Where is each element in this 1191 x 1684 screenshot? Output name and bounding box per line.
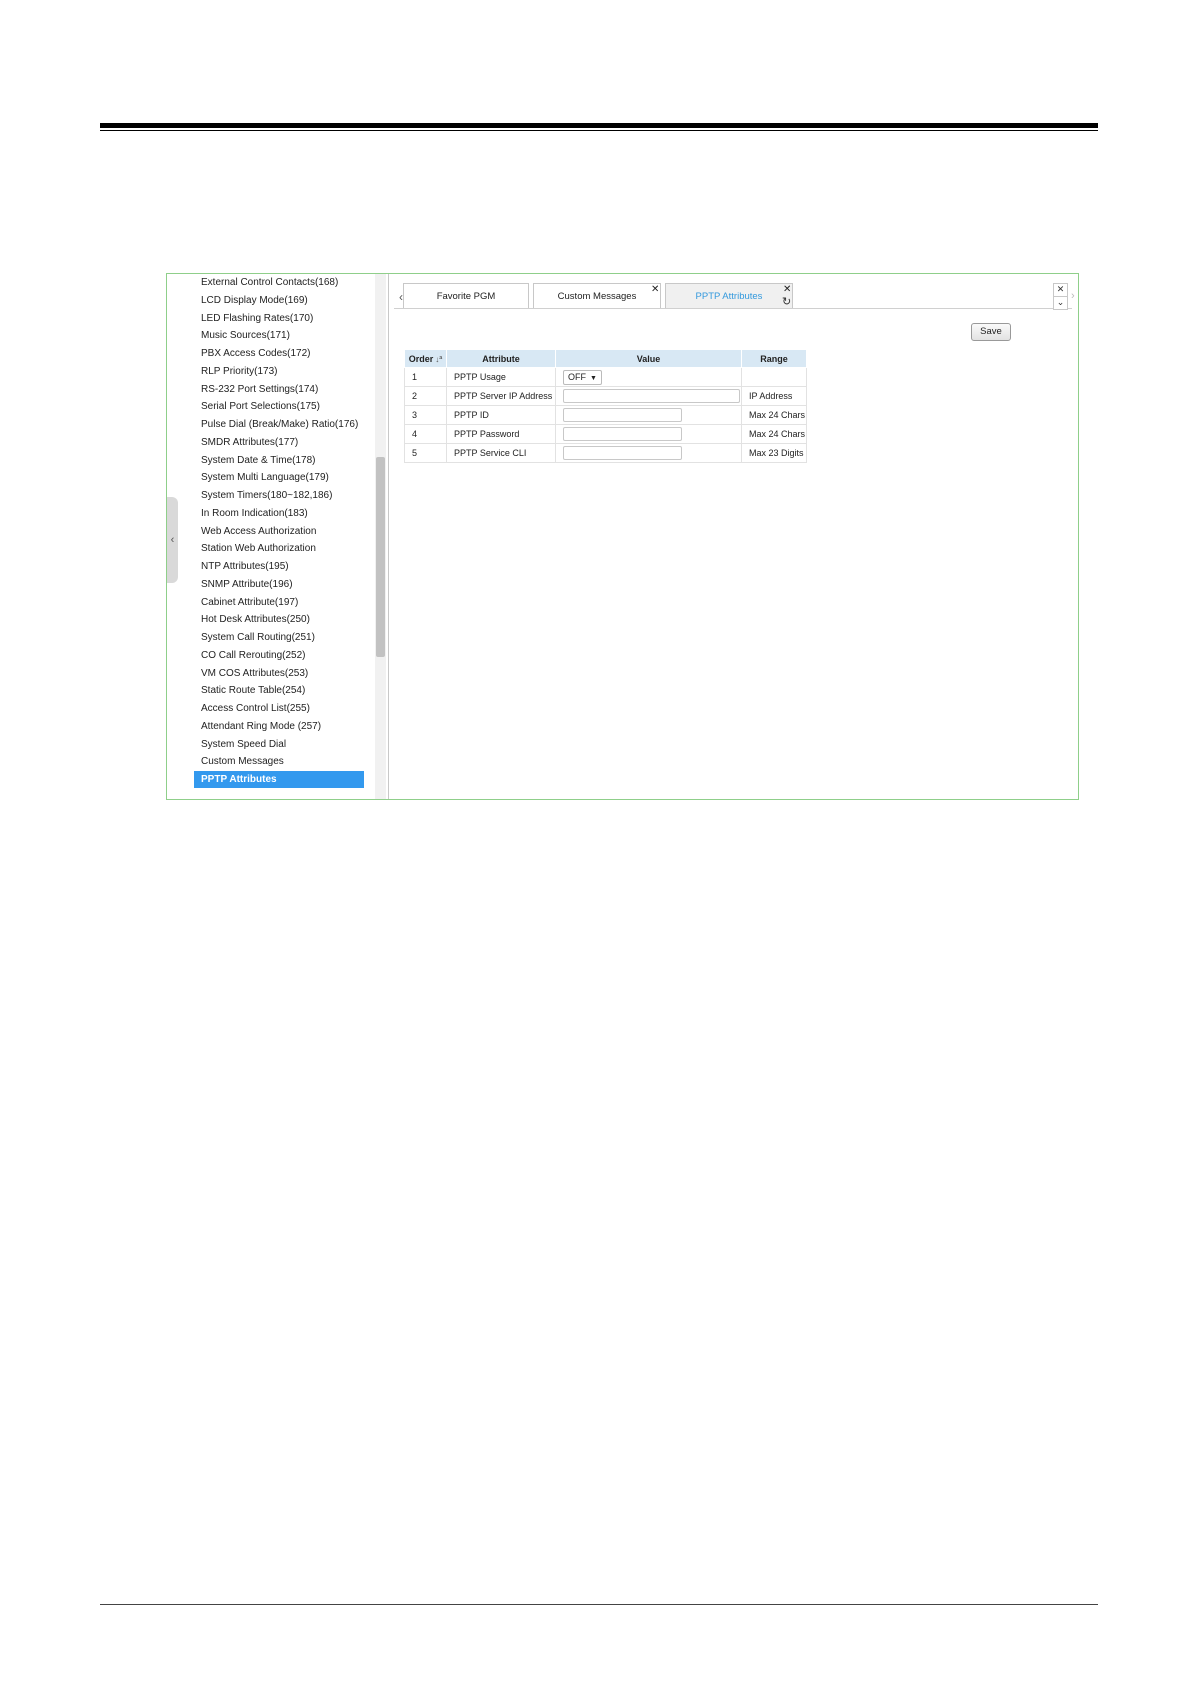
order-cell: 2	[404, 386, 447, 406]
range-cell: Max 23 Digits	[741, 443, 807, 463]
sidebar-scrollbar-thumb[interactable]	[376, 457, 385, 657]
value-cell	[555, 443, 742, 463]
sidebar-item[interactable]: In Room Indication(183)	[194, 505, 364, 522]
tab-scroll-right-icon[interactable]: ›	[1071, 290, 1075, 302]
value-input[interactable]	[563, 446, 682, 460]
pptp-usage-select[interactable]: OFF ▼	[563, 369, 602, 385]
sidebar-item[interactable]: PBX Access Codes(172)	[194, 345, 364, 362]
column-header-label: Order	[408, 353, 434, 364]
sidebar-item[interactable]: Pulse Dial (Break/Make) Ratio(176)	[194, 416, 364, 433]
chevron-left-icon: ‹	[170, 534, 175, 546]
sidebar-item[interactable]: PPTP Attributes	[194, 771, 364, 788]
tab-label: PPTP Attributes	[695, 291, 763, 302]
sidebar-item[interactable]: LCD Display Mode(169)	[194, 292, 364, 309]
value-cell	[555, 386, 742, 406]
save-button[interactable]: Save	[971, 323, 1011, 341]
close-icon[interactable]: ✕	[651, 285, 659, 295]
order-cell: 4	[404, 424, 447, 444]
tab-list-dropdown-icon[interactable]: ⌄	[1053, 296, 1068, 310]
column-header-attribute: Attribute	[446, 349, 556, 368]
sidebar-item[interactable]: System Date & Time(178)	[194, 452, 364, 469]
attribute-cell: PPTP Password	[446, 424, 556, 444]
tab-custom-messages[interactable]: Custom Messages ✕	[533, 283, 661, 308]
sidebar-item[interactable]: Custom Messages	[194, 753, 364, 770]
column-header-order[interactable]: Order ↓ª	[404, 349, 447, 368]
caret-down-icon: ▼	[590, 374, 597, 382]
tabbar-baseline	[394, 308, 1072, 309]
sidebar-item[interactable]: Access Control List(255)	[194, 700, 364, 717]
sidebar-item[interactable]: Hot Desk Attributes(250)	[194, 611, 364, 628]
sidebar-item[interactable]: Music Sources(171)	[194, 327, 364, 344]
sidebar-item[interactable]: System Call Routing(251)	[194, 629, 364, 646]
sidebar-item[interactable]: Station Web Authorization	[194, 540, 364, 557]
refresh-icon[interactable]: ↻	[782, 297, 791, 308]
column-header-range: Range	[741, 349, 807, 368]
sidebar-item[interactable]: Cabinet Attribute(197)	[194, 594, 364, 611]
order-cell: 3	[404, 405, 447, 425]
range-cell: Max 24 Chars	[741, 405, 807, 425]
sidebar-item[interactable]: System Speed Dial	[194, 736, 364, 753]
close-all-tabs-icon[interactable]: ✕	[1053, 283, 1068, 297]
tab-favorite-pgm[interactable]: Favorite PGM	[403, 283, 529, 308]
table-row: 2 PPTP Server IP Address IP Address	[404, 386, 807, 406]
sidebar-item[interactable]: SMDR Attributes(177)	[194, 434, 364, 451]
range-cell	[741, 367, 807, 387]
sidebar-item[interactable]: CO Call Rerouting(252)	[194, 647, 364, 664]
select-value: OFF	[568, 371, 586, 382]
sort-icon[interactable]: ↓ª	[435, 355, 442, 364]
attribute-cell: PPTP ID	[446, 405, 556, 425]
table-header-row: Order ↓ª Attribute Value Range	[404, 349, 807, 368]
sidebar-item[interactable]: Static Route Table(254)	[194, 682, 364, 699]
sidebar-item[interactable]: VM COS Attributes(253)	[194, 665, 364, 682]
sidebar-item[interactable]: NTP Attributes(195)	[194, 558, 364, 575]
attribute-cell: PPTP Server IP Address	[446, 386, 556, 406]
page-footer-rule	[100, 1604, 1098, 1605]
table-row: 5 PPTP Service CLI Max 23 Digits	[404, 443, 807, 463]
value-input[interactable]	[563, 427, 682, 441]
tab-label: Favorite PGM	[436, 291, 496, 302]
close-icon[interactable]: ✕	[783, 285, 791, 295]
column-header-value: Value	[555, 349, 742, 368]
value-input[interactable]	[563, 389, 740, 403]
sidebar-collapse-handle[interactable]: ‹	[167, 497, 178, 583]
range-cell: Max 24 Chars	[741, 424, 807, 444]
table-row: 4 PPTP Password Max 24 Chars	[404, 424, 807, 444]
value-cell: OFF ▼	[555, 367, 742, 387]
value-input[interactable]	[563, 408, 682, 422]
attribute-cell: PPTP Usage	[446, 367, 556, 387]
range-cell: IP Address	[741, 386, 807, 406]
sidebar-item[interactable]: System Timers(180~182,186)	[194, 487, 364, 504]
tab-pptp-attributes[interactable]: PPTP Attributes ✕ ↻	[665, 283, 793, 308]
order-cell: 1	[404, 367, 447, 387]
screenshot-frame: ‹ External Control Contacts(168) LCD Disp…	[166, 273, 1079, 800]
sidebar-item[interactable]: RLP Priority(173)	[194, 363, 364, 380]
sidebar-item[interactable]: SNMP Attribute(196)	[194, 576, 364, 593]
sidebar-item[interactable]: LED Flashing Rates(170)	[194, 310, 364, 327]
tab-label: Custom Messages	[557, 291, 637, 302]
sidebar-menu: External Control Contacts(168) LCD Displa…	[194, 274, 364, 799]
sidebar-item[interactable]: Serial Port Selections(175)	[194, 398, 364, 415]
value-cell	[555, 424, 742, 444]
page-header-rule-thin	[100, 130, 1098, 131]
sidebar-item[interactable]: External Control Contacts(168)	[194, 274, 364, 291]
sidebar-item[interactable]: Attendant Ring Mode (257)	[194, 718, 364, 735]
sidebar-item[interactable]: Web Access Authorization	[194, 523, 364, 540]
value-cell	[555, 405, 742, 425]
sidebar-item[interactable]: RS-232 Port Settings(174)	[194, 381, 364, 398]
page-header-rule	[100, 123, 1098, 128]
order-cell: 5	[404, 443, 447, 463]
table-row: 1 PPTP Usage OFF ▼	[404, 367, 807, 387]
pptp-attributes-table: Order ↓ª Attribute Value Range 1 PPTP Usag…	[404, 349, 807, 463]
attribute-cell: PPTP Service CLI	[446, 443, 556, 463]
table-row: 3 PPTP ID Max 24 Chars	[404, 405, 807, 425]
sidebar-item[interactable]: System Multi Language(179)	[194, 469, 364, 486]
panel-divider	[388, 274, 389, 799]
